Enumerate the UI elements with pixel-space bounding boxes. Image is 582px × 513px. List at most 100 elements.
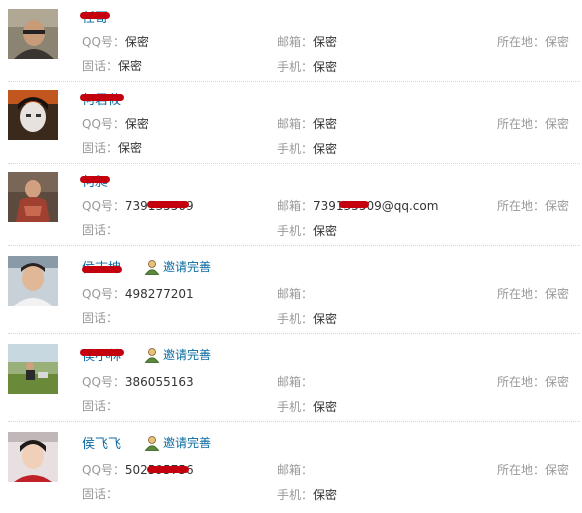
location-value: 保密	[545, 199, 570, 213]
qq-label: QQ号：	[82, 287, 125, 301]
mobile-label: 手机：	[277, 224, 314, 238]
contact-row: 侯小林 邀请完善 QQ号：386055163 邮箱： 所在地：保密 固话： 手机…	[0, 334, 582, 422]
mobile-field: 手机：保密	[277, 222, 337, 239]
landline-field: 固话：保密	[82, 57, 142, 74]
location-field: 所在地：保密	[497, 373, 569, 390]
mobile-field: 手机：保密	[277, 310, 337, 327]
email-label: 邮箱：	[277, 463, 314, 477]
mobile-value: 保密	[313, 312, 338, 326]
email-field: 邮箱：	[277, 461, 313, 478]
landline-value: 保密	[118, 141, 143, 155]
landline-label: 固话：	[82, 59, 119, 73]
avatar-photo	[8, 256, 58, 306]
user-icon	[144, 347, 160, 363]
landline-label: 固话：	[82, 223, 119, 237]
email-label: 邮箱：	[277, 375, 314, 389]
email-field: 邮箱：	[277, 285, 313, 302]
email-value: 保密	[313, 117, 338, 131]
mobile-value: 保密	[313, 488, 338, 502]
mobile-value: 保密	[313, 224, 338, 238]
avatar[interactable]	[8, 432, 58, 482]
invite-complete-link[interactable]: 邀请完善	[144, 346, 211, 363]
mobile-value: 保密	[313, 60, 338, 74]
avatar[interactable]	[8, 9, 58, 59]
location-label: 所在地：	[497, 463, 546, 477]
email-field: 邮箱：保密	[277, 33, 337, 50]
user-icon	[144, 259, 160, 275]
email-redaction-mark	[339, 201, 369, 208]
avatar[interactable]	[8, 344, 58, 394]
name-redaction-mark	[80, 349, 124, 356]
mobile-field: 手机：保密	[277, 486, 337, 503]
invite-label: 邀请完善	[163, 436, 212, 450]
location-field: 所在地：保密	[497, 33, 569, 50]
mobile-label: 手机：	[277, 488, 314, 502]
landline-label: 固话：	[82, 311, 119, 325]
name-redaction-mark	[80, 12, 110, 19]
mobile-label: 手机：	[277, 400, 314, 414]
avatar-photo	[8, 172, 58, 222]
avatar[interactable]	[8, 256, 58, 306]
email-label: 邮箱：	[277, 287, 314, 301]
email-label: 邮箱：	[277, 117, 314, 131]
qq-value: 386055163	[124, 375, 194, 389]
qq-label: QQ号：	[82, 199, 125, 213]
contact-row: 何昶 QQ号：739135509 邮箱：739135509@qq.com 所在地…	[0, 164, 582, 246]
invite-complete-link[interactable]: 邀请完善	[144, 434, 211, 451]
location-value: 保密	[545, 463, 570, 477]
mobile-field: 手机：保密	[277, 140, 337, 157]
email-label: 邮箱：	[277, 35, 314, 49]
avatar-photo	[8, 432, 58, 482]
landline-label: 固话：	[82, 141, 119, 155]
qq-value: 保密	[124, 117, 149, 131]
location-value: 保密	[545, 287, 570, 301]
qq-value: 498277201	[124, 287, 194, 301]
avatar-photo	[8, 90, 58, 140]
qq-redaction-mark	[147, 201, 189, 208]
location-label: 所在地：	[497, 35, 546, 49]
mobile-field: 手机：保密	[277, 58, 337, 75]
mobile-value: 保密	[313, 400, 338, 414]
avatar[interactable]	[8, 90, 58, 140]
email-field: 邮箱：保密	[277, 115, 337, 132]
email-field: 邮箱：	[277, 373, 313, 390]
contact-name[interactable]: 侯飞飞	[82, 433, 121, 452]
user-icon	[144, 435, 160, 451]
mobile-label: 手机：	[277, 312, 314, 326]
landline-value: 保密	[118, 59, 143, 73]
location-value: 保密	[545, 35, 570, 49]
email-value: 739135509@qq.com	[313, 199, 439, 213]
invite-complete-link[interactable]: 邀请完善	[144, 258, 211, 275]
avatar-photo	[8, 344, 58, 394]
landline-field: 固话：	[82, 397, 118, 414]
contact-row: 何君莜 QQ号：保密 邮箱：保密 所在地：保密 固话：保密 手机：保密	[0, 82, 582, 164]
mobile-value: 保密	[313, 142, 338, 156]
email-label: 邮箱：	[277, 199, 314, 213]
qq-field: QQ号：保密	[82, 33, 149, 50]
location-field: 所在地：保密	[497, 197, 569, 214]
location-label: 所在地：	[497, 117, 546, 131]
name-redaction-mark	[82, 266, 122, 273]
mobile-label: 手机：	[277, 142, 314, 156]
qq-value: 保密	[124, 35, 149, 49]
qq-label: QQ号：	[82, 375, 125, 389]
qq-field: QQ号：386055163	[82, 373, 194, 390]
qq-field: QQ号：保密	[82, 115, 149, 132]
landline-field: 固话：保密	[82, 139, 142, 156]
location-label: 所在地：	[497, 287, 546, 301]
avatar[interactable]	[8, 172, 58, 222]
avatar-photo	[8, 9, 58, 59]
qq-redaction-mark	[147, 466, 189, 473]
location-field: 所在地：保密	[497, 461, 569, 478]
location-value: 保密	[545, 375, 570, 389]
landline-label: 固话：	[82, 399, 119, 413]
contact-row: 侯飞飞 邀请完善 QQ号：502595756 邮箱： 所在地：保密 固话： 手机…	[0, 422, 582, 510]
qq-label: QQ号：	[82, 117, 125, 131]
contact-row: 侯志坤 邀请完善 QQ号：498277201 邮箱： 所在地：保密 固话： 手机…	[0, 246, 582, 334]
location-label: 所在地：	[497, 199, 546, 213]
invite-label: 邀请完善	[163, 348, 212, 362]
location-field: 所在地：保密	[497, 115, 569, 132]
mobile-label: 手机：	[277, 60, 314, 74]
qq-field: QQ号：498277201	[82, 285, 194, 302]
name-redaction-mark	[80, 176, 110, 183]
